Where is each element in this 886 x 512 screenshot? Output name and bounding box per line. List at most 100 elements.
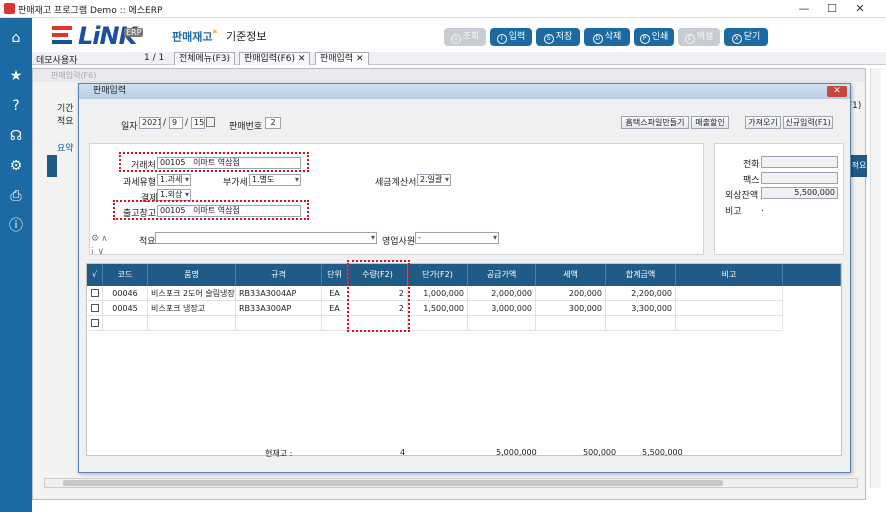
grid-header-0[interactable]: √	[87, 264, 103, 286]
memo-select[interactable]	[155, 232, 377, 244]
menu-sales-stock[interactable]: 판매재고*	[172, 28, 217, 45]
grid-cell-unit[interactable]: EA	[322, 301, 348, 316]
scroll-thumb[interactable]	[63, 480, 723, 486]
grid-cell-unit[interactable]	[322, 316, 348, 331]
chevron-down-icon[interactable]: ∨	[98, 246, 105, 259]
grid-cell-supply[interactable]: 2,000,000	[468, 286, 536, 301]
star-icon[interactable]: ★	[6, 66, 26, 86]
toolbar-button-1[interactable]: I 입력	[490, 28, 532, 46]
grid-cell-code[interactable]: 00045	[103, 301, 148, 316]
credit-balance-label: 외상잔액	[725, 191, 759, 201]
grid-cell-price[interactable]: 1,500,000	[408, 301, 468, 316]
tax-type-select[interactable]: 1.과세	[157, 174, 191, 186]
grid-cell-tax[interactable]: 300,000	[536, 301, 606, 316]
checkbox[interactable]	[90, 319, 99, 327]
row-checkbox[interactable]	[87, 286, 103, 301]
toolbar-button-3[interactable]: D 삭제	[584, 28, 630, 46]
grid-cell-tax[interactable]	[536, 316, 606, 331]
invoice-select[interactable]: 2.일괄	[417, 174, 451, 186]
grid-cell-note[interactable]	[676, 301, 783, 316]
horizontal-scrollbar[interactable]	[44, 478, 858, 488]
grid-header-7[interactable]: 공급가액	[468, 264, 536, 286]
new-entry-button[interactable]: 신규입력(F1)	[783, 116, 833, 129]
window-close-button[interactable]: ✕	[846, 0, 874, 18]
hometax-file-button[interactable]: 홈택스파일만들기	[621, 116, 689, 129]
tab-summary[interactable]: 요약	[57, 141, 74, 154]
toolbar-button-2[interactable]: S 저장	[536, 28, 580, 46]
grid-cell-name[interactable]	[148, 316, 236, 331]
tab-close-icon[interactable]: ✕	[356, 54, 364, 64]
tab-sales-input[interactable]: 판매입력 ✕	[315, 52, 369, 65]
info-small-icon[interactable]: i	[91, 246, 94, 259]
toolbar-button-0[interactable]: ◎ 조회	[444, 28, 486, 46]
grid-cell-total[interactable]: 2,200,000	[606, 286, 676, 301]
row-checkbox[interactable]	[87, 316, 103, 331]
maximize-button[interactable]: ☐	[818, 0, 846, 18]
info-icon[interactable]: ⓘ	[6, 216, 26, 236]
row-checkbox[interactable]	[87, 301, 103, 316]
grid-cell-code[interactable]	[103, 316, 148, 331]
grid-cell-spec[interactable]: RB33A3004AP	[236, 286, 322, 301]
customer-field[interactable]: 00105 이마트 역삼점	[157, 157, 301, 169]
tab-close-icon[interactable]: ✕	[298, 54, 306, 64]
month-input[interactable]: 9	[169, 117, 183, 129]
grid-cell-spec[interactable]: RB33A300AP	[236, 301, 322, 316]
grid-cell-spec[interactable]	[236, 316, 322, 331]
tab-sales-input-f6[interactable]: 판매입력(F6) ✕	[239, 52, 311, 65]
tab-all-menu[interactable]: 전체메뉴(F3)	[174, 52, 236, 65]
grid-header-1[interactable]: 코드	[103, 264, 148, 286]
headset-icon[interactable]: ☊	[6, 126, 26, 146]
printer-icon[interactable]: ⎙	[6, 186, 26, 206]
dialog-close-button[interactable]: ✕	[827, 86, 847, 97]
grid-header-3[interactable]: 규격	[236, 264, 322, 286]
grid-header-2[interactable]: 품명	[148, 264, 236, 286]
grid-cell-tax[interactable]: 200,000	[536, 286, 606, 301]
toolbar-button-5[interactable]: E 엑셀	[678, 28, 720, 46]
minimize-button[interactable]: —	[790, 0, 818, 18]
grid-cell-total[interactable]: 3,300,000	[606, 301, 676, 316]
grid-cell-price[interactable]: 1,000,000	[408, 286, 468, 301]
toolbar-button-6[interactable]: X 닫기	[724, 28, 768, 46]
sales-discount-button[interactable]: 매출할인	[691, 116, 729, 129]
gear-icon[interactable]: ⚙	[6, 156, 26, 176]
salesperson-select[interactable]: -	[415, 232, 499, 244]
menu-basic-info[interactable]: 기준정보	[226, 28, 266, 44]
home-icon[interactable]: ⌂	[6, 28, 26, 48]
page-indicator: 1 / 1	[144, 53, 165, 63]
toolbar-circle-icon: S	[543, 34, 554, 44]
warehouse-field[interactable]: 00105 이마트 역삼점	[157, 205, 301, 217]
grid-header-8[interactable]: 세액	[536, 264, 606, 286]
grid-cell-name[interactable]: 비스포크 냉장고	[148, 301, 236, 316]
grid-cell-name[interactable]: 비스포크 2도어 슬림냉장...	[148, 286, 236, 301]
warehouse-label: 출고창고	[123, 209, 157, 219]
grid-cell-total[interactable]	[606, 316, 676, 331]
checkbox[interactable]	[90, 304, 99, 312]
tab-bar: 데모사용자 1 / 1 전체메뉴(F3) 판매입력(F6) ✕ 판매입력 ✕	[32, 52, 886, 66]
grid-cell-price[interactable]	[408, 316, 468, 331]
vertical-scrollbar[interactable]	[870, 68, 881, 488]
credit-balance-field: 5,500,000	[761, 187, 838, 199]
grid-header-6[interactable]: 단가(F2)	[408, 264, 468, 286]
settings-icon[interactable]: ⚙	[91, 233, 99, 246]
help-icon[interactable]: ?	[6, 96, 26, 116]
grid-cell-code[interactable]: 00046	[103, 286, 148, 301]
grid-cell-note[interactable]	[676, 316, 783, 331]
grid-cell-note[interactable]	[676, 286, 783, 301]
grid-cell-supply[interactable]	[468, 316, 536, 331]
phone-field[interactable]	[761, 156, 838, 168]
grid-header-10[interactable]: 비고	[676, 264, 783, 286]
grid-header-9[interactable]: 합계금액	[606, 264, 676, 286]
checkbox[interactable]	[90, 289, 99, 297]
calendar-icon[interactable]	[206, 117, 215, 127]
fax-field[interactable]	[761, 172, 838, 184]
chevron-up-icon[interactable]: ∧	[101, 233, 108, 246]
toolbar-button-4[interactable]: P 인쇄	[634, 28, 674, 46]
sale-no-field[interactable]: 2	[265, 117, 281, 129]
import-button[interactable]: 가져오기	[745, 116, 781, 129]
grid-cell-unit[interactable]: EA	[322, 286, 348, 301]
grid-cell-supply[interactable]: 3,000,000	[468, 301, 536, 316]
grid-header-4[interactable]: 단위	[322, 264, 348, 286]
vat-select[interactable]: 1.별도	[249, 174, 301, 186]
year-input[interactable]: 2021	[139, 117, 161, 129]
day-input[interactable]: 15	[191, 117, 205, 129]
